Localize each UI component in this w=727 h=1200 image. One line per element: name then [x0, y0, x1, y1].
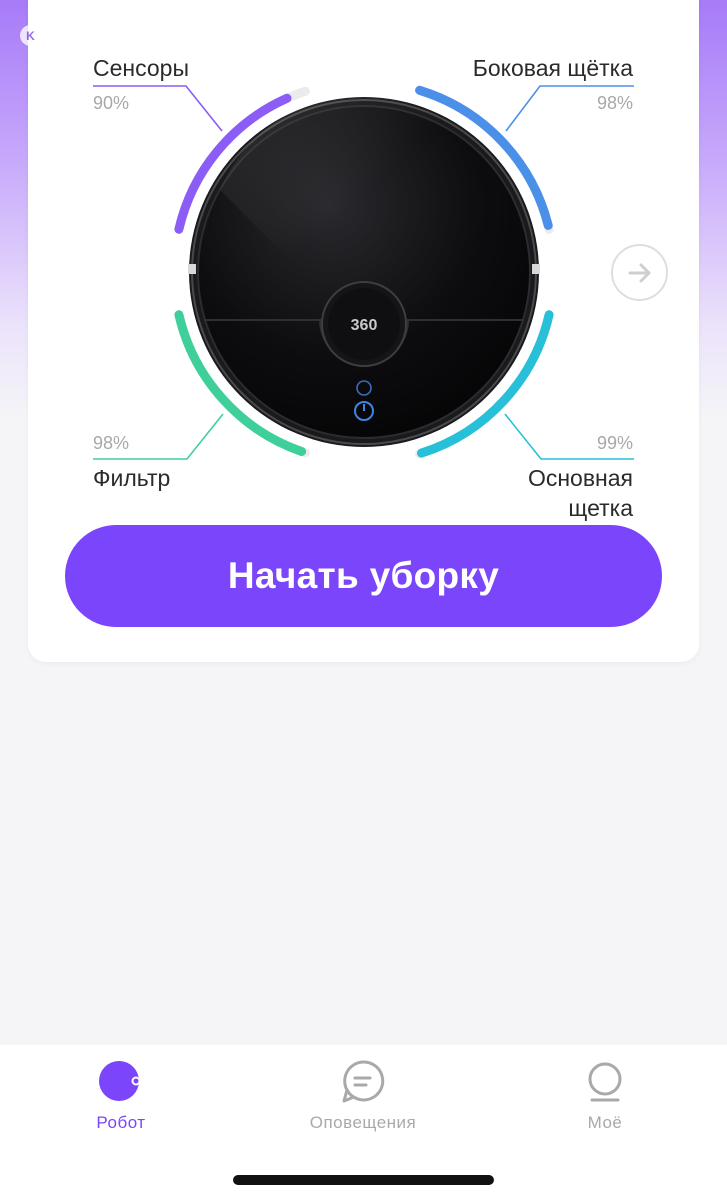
kaspi-watermark: K Kaspi.kz [20, 25, 108, 46]
tab-notifications-label: Оповещения [309, 1113, 417, 1132]
home-indicator [233, 1175, 494, 1185]
side-brush-label: Боковая щётка [472, 55, 633, 81]
tab-profile-label: Моё [587, 1113, 623, 1132]
arrow-right-icon [628, 263, 650, 282]
chat-bubble-icon [342, 1060, 385, 1103]
start-cleaning-button[interactable]: Начать уборку [65, 525, 662, 627]
tab-robot-label: Робот [96, 1113, 146, 1132]
kaspi-logo-icon: K [20, 25, 41, 46]
next-robot-button[interactable] [611, 244, 668, 301]
filter-label: Фильтр [93, 465, 171, 491]
main-brush-label-line2: щетка [568, 495, 633, 521]
robot-icon [99, 1061, 141, 1101]
watermark-text: Kaspi.kz [47, 27, 108, 44]
tab-robot[interactable]: Робот [41, 1059, 201, 1139]
tab-profile[interactable]: Моё [525, 1059, 685, 1139]
filter-value: 98% [93, 433, 130, 453]
tab-notifications[interactable]: Оповещения [283, 1059, 443, 1139]
sensors-label: Сенсоры [93, 55, 189, 81]
main-brush-label-line1: Основная [527, 465, 633, 491]
main-brush-value: 99% [596, 433, 633, 453]
profile-icon [588, 1062, 622, 1102]
sensors-value: 90% [93, 93, 130, 113]
robot-brand-logo: 360 [351, 317, 378, 334]
side-brush-value: 98% [596, 93, 633, 113]
robot-vacuum-image [188, 92, 540, 447]
